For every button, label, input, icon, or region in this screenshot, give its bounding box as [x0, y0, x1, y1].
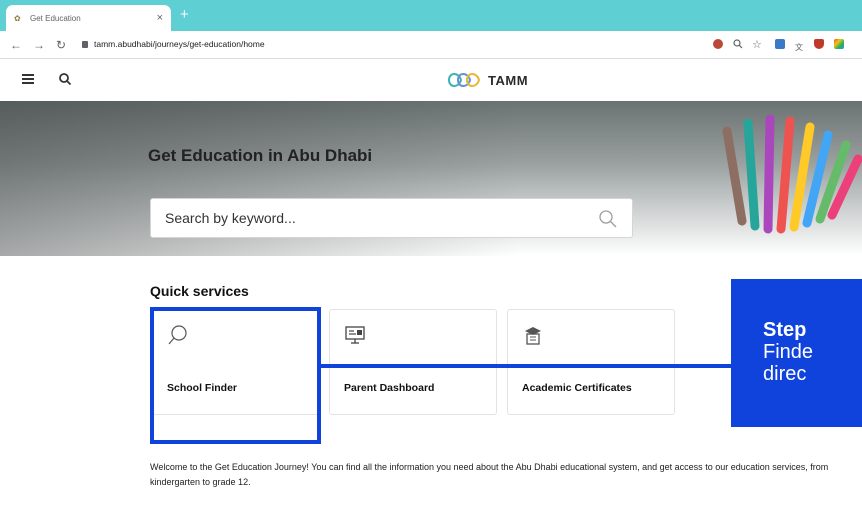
back-arrow-icon[interactable]: ← — [10, 36, 22, 54]
page-title: Get Education in Abu Dhabi — [148, 146, 373, 165]
parent-dashboard-card[interactable]: Parent Dashboard — [329, 309, 497, 415]
keyword-search-box — [150, 198, 633, 238]
callout-connector-line — [321, 364, 731, 368]
url-field[interactable]: tamm.abudhabi/journeys/get-education/hom… — [94, 39, 265, 49]
card-label: Academic Certificates — [522, 382, 632, 394]
keyword-search-input[interactable] — [165, 199, 585, 237]
tamm-logo[interactable]: TAMM — [446, 67, 528, 93]
card-label: Parent Dashboard — [344, 382, 435, 394]
tamm-favicon-icon: ✿ — [14, 13, 21, 23]
dashboard-screen-icon — [345, 326, 365, 344]
tab-title: Get Education — [30, 13, 81, 23]
callout-text-line: direc — [763, 363, 807, 385]
search-icon[interactable] — [598, 209, 618, 229]
search-icon[interactable] — [58, 72, 72, 86]
welcome-paragraph: Welcome to the Get Education Journey! Yo… — [150, 462, 829, 487]
hero-banner: Get Education in Abu Dhabi — [0, 101, 862, 256]
certificate-icon — [525, 327, 541, 345]
bookmark-star-icon[interactable]: ☆ — [752, 36, 762, 54]
translate-extension-icon[interactable]: 文 — [795, 39, 803, 57]
colored-pencils-image — [722, 114, 862, 234]
browser-address-bar: ← → ↻ tamm.abudhabi/journeys/get-educati… — [0, 31, 862, 59]
shield-extension-icon[interactable] — [814, 39, 824, 49]
tamm-logo-mark-icon — [447, 73, 481, 87]
tab-close-icon[interactable]: × — [157, 12, 163, 24]
school-finder-highlight-box — [150, 307, 321, 444]
hamburger-menu-icon[interactable] — [22, 74, 34, 84]
reload-icon[interactable]: ↻ — [56, 36, 66, 54]
browser-tab[interactable]: ✿ Get Education × — [6, 5, 171, 31]
callout-text-line: Finde — [763, 341, 814, 363]
extension-icon[interactable] — [713, 39, 723, 49]
quick-services-heading: Quick services — [150, 283, 249, 299]
site-header: TAMM — [0, 59, 862, 101]
logo-text: TAMM — [488, 72, 529, 88]
extension-icon[interactable] — [834, 39, 844, 49]
zoom-icon[interactable] — [733, 39, 743, 49]
tutorial-callout: Step Finde direc — [731, 279, 862, 427]
callout-step-heading: Step — [763, 319, 807, 341]
academic-certificates-card[interactable]: Academic Certificates — [507, 309, 675, 415]
forward-arrow-icon[interactable]: → — [33, 36, 45, 54]
browser-tab-strip: ✿ Get Education × + — [0, 0, 862, 31]
lock-icon — [82, 41, 88, 48]
new-tab-button[interactable]: + — [180, 6, 189, 24]
extension-icon[interactable] — [775, 39, 785, 49]
